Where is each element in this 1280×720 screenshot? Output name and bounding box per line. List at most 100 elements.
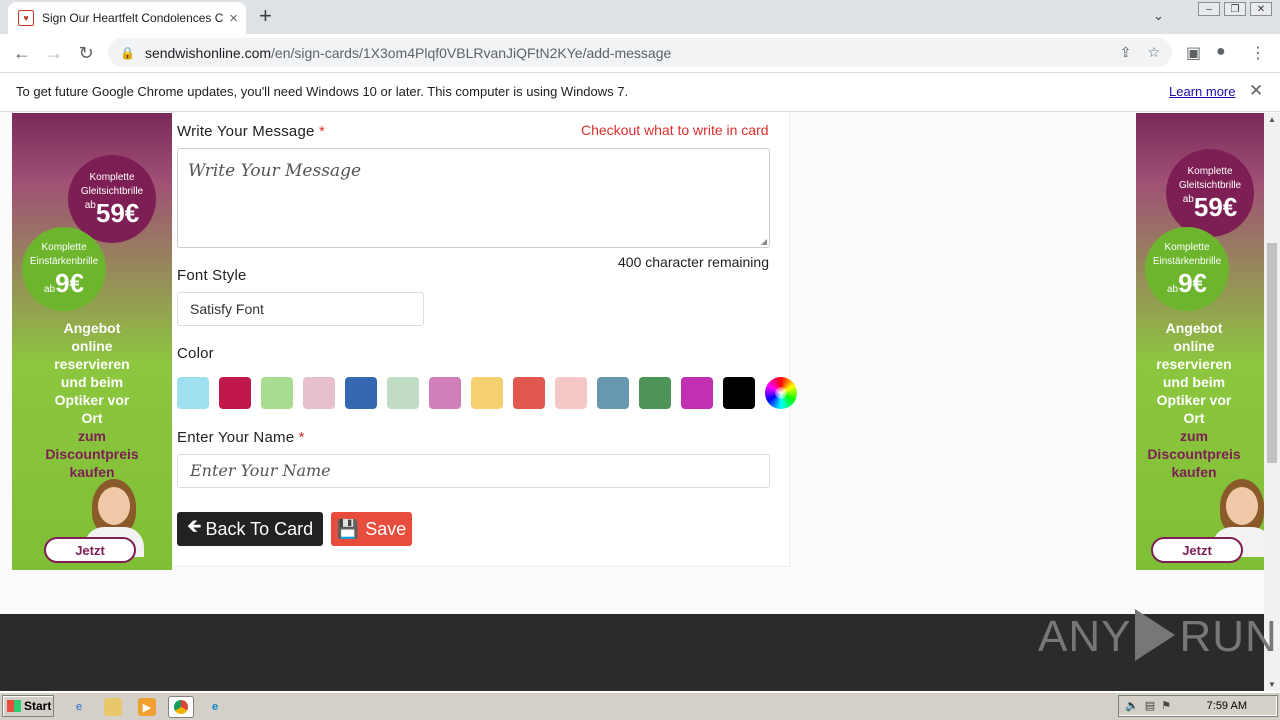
back-to-card-button[interactable]: 🡸 Back To Card	[177, 512, 323, 546]
resize-handle-icon[interactable]: ◢	[761, 237, 767, 246]
scroll-up-icon[interactable]: ▲	[1268, 115, 1276, 124]
message-label-text: Write Your Message	[177, 123, 315, 140]
ad-headline-line: online	[1173, 338, 1215, 354]
color-swatch[interactable]	[345, 377, 377, 409]
infobar-close-icon[interactable]: ✕	[1249, 81, 1263, 101]
ad-headline-line: Optiker vor	[54, 392, 130, 408]
ad-headline-line: reservieren	[1156, 356, 1232, 372]
ad-bubble-ab: ab	[84, 200, 96, 211]
side-panel-icon[interactable]: ▣	[1186, 43, 1201, 63]
ad-bubble-text: Gleitsichtbrille	[80, 186, 144, 197]
system-tray: 🔈▤⚑ 7:59 AM	[1118, 695, 1278, 717]
color-swatch[interactable]	[387, 377, 419, 409]
ad-highlight-line: Discountpreis	[45, 446, 139, 462]
color-swatch[interactable]	[723, 377, 755, 409]
arrow-left-icon: 🡸	[186, 516, 202, 536]
ie-icon[interactable]: e	[70, 698, 88, 716]
color-swatch[interactable]	[639, 377, 671, 409]
chrome-taskbar-icon[interactable]	[168, 696, 194, 718]
color-label: Color	[177, 345, 214, 362]
required-mark: *	[298, 429, 305, 446]
start-button[interactable]: Start	[2, 695, 54, 717]
what-to-write-link[interactable]: Checkout what to write in card	[581, 122, 769, 138]
ad-bubble-price: 9€	[1178, 268, 1208, 298]
minimize-icon[interactable]: –	[1198, 2, 1220, 16]
ad-bubble-text: Einstärkenbrille	[1152, 256, 1222, 267]
scroll-down-icon[interactable]: ▼	[1268, 680, 1276, 689]
tab-close-icon[interactable]: ×	[229, 10, 238, 27]
color-swatch[interactable]	[303, 377, 335, 409]
ad-bubble-text: Komplette	[1164, 242, 1210, 253]
color-swatch[interactable]	[513, 377, 545, 409]
font-style-label: Font Style	[177, 267, 247, 284]
restore-icon[interactable]: ❐	[1224, 2, 1246, 16]
back-arrow-icon[interactable]: ←	[10, 41, 34, 65]
color-swatch[interactable]	[471, 377, 503, 409]
color-swatch[interactable]	[555, 377, 587, 409]
required-mark: *	[318, 123, 325, 140]
site-favicon-icon: ♥	[18, 10, 34, 26]
color-swatch[interactable]	[261, 377, 293, 409]
bookmark-star-icon[interactable]: ☆	[1147, 44, 1160, 61]
color-picker-wheel-icon[interactable]	[765, 377, 797, 409]
tab-search-icon[interactable]: ⌄	[1153, 8, 1164, 24]
page-content: Komplette Gleitsichtbrille ab59€ Komplet…	[0, 113, 1264, 691]
font-style-select[interactable]: Satisfy Font	[177, 292, 424, 326]
ad-bubble-text: Komplette	[41, 242, 87, 253]
reload-icon[interactable]: ↻	[74, 41, 98, 65]
forward-arrow-icon[interactable]: →	[42, 41, 66, 65]
color-swatch[interactable]	[597, 377, 629, 409]
message-label: Write Your Message *	[177, 123, 325, 140]
share-icon[interactable]: ⇪	[1120, 44, 1132, 61]
clock: 7:59 AM	[1206, 700, 1247, 712]
profile-avatar-icon[interactable]: ●	[1216, 43, 1226, 61]
name-input[interactable]: Enter Your Name	[177, 454, 770, 488]
ad-bubble-ab: ab	[43, 284, 56, 295]
color-swatch[interactable]	[681, 377, 713, 409]
ad-bubble-ab: ab	[1166, 284, 1179, 295]
new-tab-button[interactable]: +	[259, 5, 272, 27]
ad-highlight-line: zum	[78, 428, 106, 444]
ad-bubble-text: Gleitsichtbrille	[1178, 180, 1242, 191]
ad-jetzt-button[interactable]: Jetzt	[1151, 537, 1243, 563]
window-controls: – ❐ ✕	[1198, 2, 1272, 16]
explorer-folder-icon[interactable]	[104, 698, 122, 716]
name-label: Enter Your Name *	[177, 429, 305, 446]
lock-icon[interactable]: 🔒	[120, 46, 135, 60]
message-textarea[interactable]: Write Your Message ◢	[177, 148, 770, 248]
ad-headline-line: online	[71, 338, 113, 354]
tray-icons[interactable]: 🔈▤⚑	[1125, 699, 1177, 712]
char-remaining: 400 character remaining	[618, 254, 769, 270]
floppy-disk-icon: 💾	[336, 518, 360, 539]
close-window-icon[interactable]: ✕	[1250, 2, 1272, 16]
ad-bubble-price: 9€	[55, 268, 85, 298]
save-button[interactable]: 💾 Save	[331, 512, 412, 546]
browser-tab[interactable]: ♥ Sign Our Heartfelt Condolences Card ×	[8, 2, 246, 34]
ad-headline-line: und beim	[1162, 374, 1226, 390]
watermark-text-right: RUN	[1179, 612, 1278, 661]
ad-banner-left[interactable]: Komplette Gleitsichtbrille ab59€ Komplet…	[12, 113, 172, 570]
page-scrollbar[interactable]: ▲ ▼	[1264, 113, 1280, 691]
scrollbar-thumb[interactable]	[1267, 243, 1277, 463]
ad-jetzt-button[interactable]: Jetzt	[44, 537, 136, 563]
menu-kebab-icon[interactable]: ⋮	[1250, 43, 1266, 63]
ad-bubble-text: Einstärkenbrille	[29, 256, 99, 267]
url-path: /en/sign-cards/1X3om4Plqf0VBLRvanJiQFtN2…	[271, 44, 672, 61]
ad-bubble-ab: ab	[1182, 194, 1194, 205]
ad-bubble-text: Komplette	[89, 172, 135, 183]
media-player-icon[interactable]: ▶	[138, 698, 156, 716]
color-swatch[interactable]	[429, 377, 461, 409]
address-bar[interactable]: 🔒 sendwishonline.com /en/sign-cards/1X3o…	[108, 38, 1172, 67]
url-host: sendwishonline.com	[144, 44, 272, 61]
color-swatch[interactable]	[219, 377, 251, 409]
ad-bubble-price: 59€	[95, 198, 140, 228]
ad-bubble-text: Komplette	[1187, 166, 1233, 177]
infobar-message: To get future Google Chrome updates, you…	[16, 84, 629, 99]
learn-more-link[interactable]: Learn more	[1169, 84, 1235, 99]
anyrun-watermark: ANY RUN	[1038, 609, 1278, 665]
ad-headline-line: Angebot	[63, 320, 121, 336]
ad-headline-line: Ort	[1183, 410, 1205, 426]
ad-banner-right[interactable]: Komplette Gleitsichtbrille ab59€ Komplet…	[1136, 113, 1264, 570]
color-swatch[interactable]	[177, 377, 209, 409]
edge-icon[interactable]: e	[206, 698, 224, 716]
